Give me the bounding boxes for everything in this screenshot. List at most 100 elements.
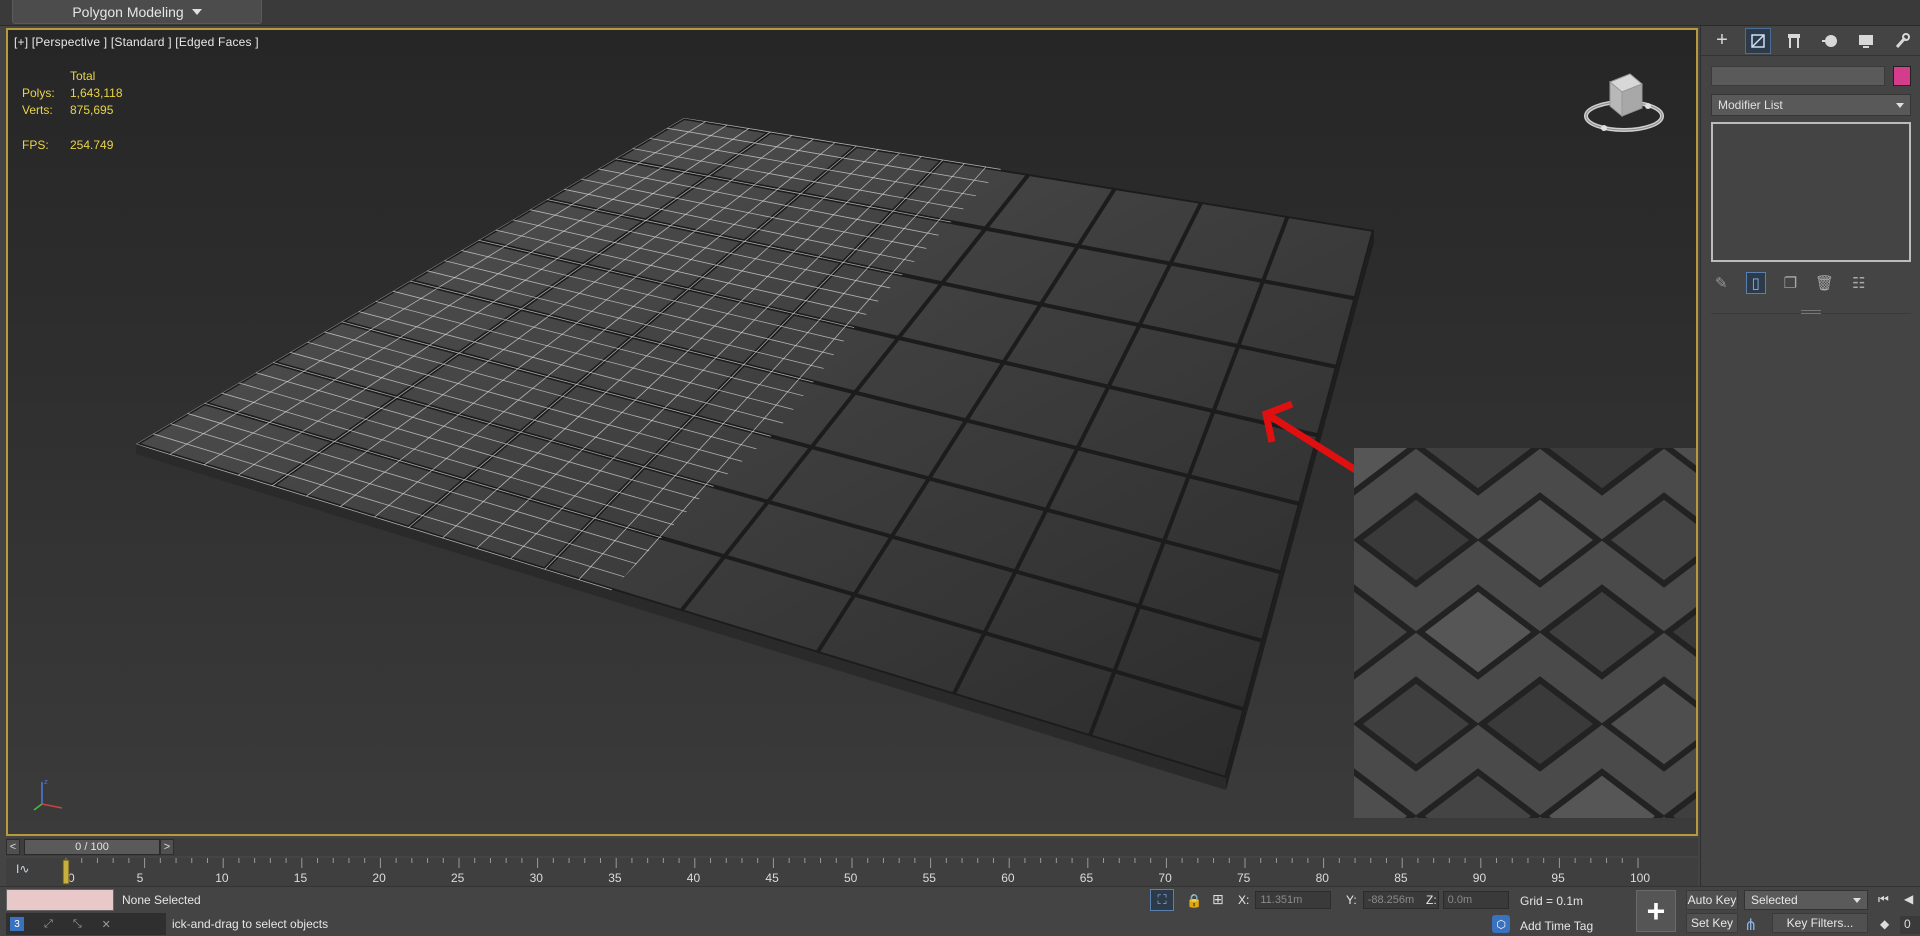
reference-texture-inset — [1354, 448, 1696, 818]
selection-status: None Selected — [122, 893, 201, 907]
time-tag-icon[interactable]: ⬡ — [1492, 915, 1510, 933]
key-mode-icon[interactable]: ⋔ — [1744, 915, 1757, 935]
viewport-statistics: Total Polys: 1,643,118 Verts: 875,695 FPS:… — [22, 68, 123, 154]
add-time-tag[interactable]: Add Time Tag — [1520, 919, 1593, 933]
collapse-icon[interactable]: ⤡ — [73, 918, 82, 931]
trackbar-label: 20 — [372, 871, 386, 885]
hierarchy-icon[interactable] — [1781, 28, 1807, 54]
script-number-badge[interactable]: 3 — [10, 917, 24, 931]
slab-top — [136, 118, 1374, 778]
trackbar-label: 15 — [294, 871, 308, 885]
show-end-result-icon[interactable]: ▯ — [1745, 272, 1766, 294]
ribbon: Polygon Modeling — [0, 0, 1920, 26]
expand-icon[interactable]: ⤢ — [44, 918, 53, 931]
trackbar-label: 60 — [1001, 871, 1015, 885]
close-icon[interactable]: ✕ — [102, 918, 111, 931]
key-selection-dropdown[interactable]: Selected — [1744, 890, 1868, 910]
script-tabs: 3 ⤢ ⤡ ✕ — [6, 913, 166, 935]
maxscript-mini-listener[interactable] — [6, 889, 114, 911]
grid-size: Grid = 0.1m — [1520, 894, 1584, 908]
make-unique-icon[interactable]: ❐ — [1784, 274, 1797, 292]
key-filters-button[interactable]: Key Filters... — [1772, 913, 1868, 933]
x-field[interactable]: 11.351m — [1255, 891, 1332, 909]
set-keys-button[interactable]: + — [1636, 890, 1676, 932]
trackbar-label: 5 — [137, 871, 144, 885]
remove-modifier-icon[interactable]: 🗑 — [1815, 274, 1834, 292]
panel-resize-grip[interactable] — [1801, 310, 1821, 314]
auto-key-button[interactable]: Auto Key — [1686, 890, 1738, 910]
time-slider[interactable]: < 0 / 100 > — [6, 838, 1698, 856]
trackbar-label: 10 — [215, 871, 229, 885]
z-label: Z: — [1426, 893, 1437, 907]
modify-icon[interactable] — [1745, 27, 1771, 54]
trackbar-label: 35 — [608, 871, 622, 885]
absolute-mode-icon[interactable]: ⊞ — [1212, 891, 1224, 908]
go-to-start-icon[interactable]: ⏮ — [1878, 892, 1889, 907]
selection-lock-icon[interactable]: 🔒 — [1186, 893, 1202, 909]
motion-icon[interactable] — [1817, 28, 1843, 54]
trackbar-label: 55 — [923, 871, 937, 885]
configure-sets-icon[interactable]: ☷ — [1852, 274, 1865, 292]
utilities-icon[interactable] — [1889, 28, 1915, 54]
trackbar-label: 95 — [1551, 871, 1565, 885]
fps-value: 254.749 — [70, 138, 114, 152]
chevron-down-icon — [1896, 102, 1904, 108]
y-label: Y: — [1346, 893, 1357, 907]
current-frame-field[interactable]: 0 — [1900, 916, 1920, 934]
trackbar-label: 30 — [530, 871, 544, 885]
trackbar-ruler: 0 5 10 15 20 25 30 35 40 45 50 55 60 65 70 75 80 85 90 95 10… — [62, 858, 1650, 885]
curve-editor-icon[interactable]: I∿ — [16, 862, 29, 876]
isolate-selection-icon[interactable]: ⛶ — [1150, 889, 1174, 911]
trackbar-label: 75 — [1237, 871, 1251, 885]
fps-label: FPS: — [22, 138, 49, 152]
trackbar-label: 70 — [1158, 871, 1172, 885]
modifier-stack[interactable] — [1711, 122, 1911, 262]
trackbar-label: 100 — [1630, 871, 1650, 885]
trackbar-label: 50 — [844, 871, 858, 885]
stats-total-label: Total — [70, 69, 96, 83]
key-selection-value: Selected — [1751, 893, 1798, 907]
chevron-down-icon — [191, 8, 202, 15]
set-key-button[interactable]: Set Key — [1686, 913, 1738, 933]
pin-stack-icon[interactable]: ✎ — [1715, 274, 1728, 292]
object-color-swatch[interactable] — [1893, 66, 1911, 86]
time-prev-button[interactable]: < — [6, 839, 20, 855]
x-label: X: — [1238, 893, 1250, 907]
object-name-field[interactable] — [1711, 66, 1885, 86]
trackbar-label: 90 — [1473, 871, 1487, 885]
trackbar-label: 25 — [451, 871, 465, 885]
polys-label: Polys: — [22, 86, 55, 100]
ribbon-tab-label: Polygon Modeling — [72, 3, 184, 20]
x-coordinate: X: 11.351m — [1238, 891, 1332, 909]
polygon-modeling-tab[interactable]: Polygon Modeling — [12, 0, 262, 24]
current-frame-marker[interactable] — [62, 859, 70, 885]
modifier-list-label: Modifier List — [1718, 98, 1783, 112]
svg-text:z: z — [44, 778, 48, 786]
previous-frame-icon[interactable]: ◀ — [1904, 892, 1913, 906]
time-next-button[interactable]: > — [160, 839, 174, 855]
perspective-viewport[interactable]: [+] [Perspective ] [Standard ] [Edged Fa… — [6, 28, 1698, 836]
key-mode-toggle-icon[interactable]: ◆ — [1880, 917, 1889, 931]
command-panel: + Modifier List ✎ ▯ ❐ 🗑 ☷ — [1700, 26, 1920, 886]
chevron-down-icon — [1853, 897, 1861, 903]
modifier-list-dropdown[interactable]: Modifier List — [1711, 94, 1911, 116]
time-slider-thumb[interactable]: 0 / 100 — [24, 839, 160, 855]
viewport-label[interactable]: [+] [Perspective ] [Standard ] [Edged Fa… — [14, 35, 259, 49]
command-panel-tabs: + — [1701, 26, 1920, 56]
trackbar-label: 45 — [765, 871, 779, 885]
object-name-row — [1711, 66, 1911, 86]
verts-label: Verts: — [22, 103, 53, 117]
z-field[interactable]: 0.0m — [1442, 891, 1509, 909]
axis-tripod-icon: z — [33, 778, 63, 811]
trackbar-label: 40 — [687, 871, 701, 885]
status-bar: 3 ⤢ ⤡ ✕ None Selected ick-and-drag to se… — [0, 886, 1920, 936]
trackbar-label: 85 — [1394, 871, 1408, 885]
z-coordinate: Z: 0.0m — [1426, 891, 1509, 909]
trackbar-label: 80 — [1316, 871, 1330, 885]
verts-value: 875,695 — [70, 103, 114, 117]
create-icon[interactable]: + — [1709, 28, 1735, 54]
polys-value: 1,643,118 — [70, 86, 123, 100]
viewcube-icon[interactable] — [1580, 60, 1668, 140]
display-icon[interactable] — [1853, 28, 1879, 54]
track-bar[interactable]: 0 5 10 15 20 25 30 35 40 45 50 55 60 65 70 75 80 85 90 95 10… — [6, 858, 1698, 888]
